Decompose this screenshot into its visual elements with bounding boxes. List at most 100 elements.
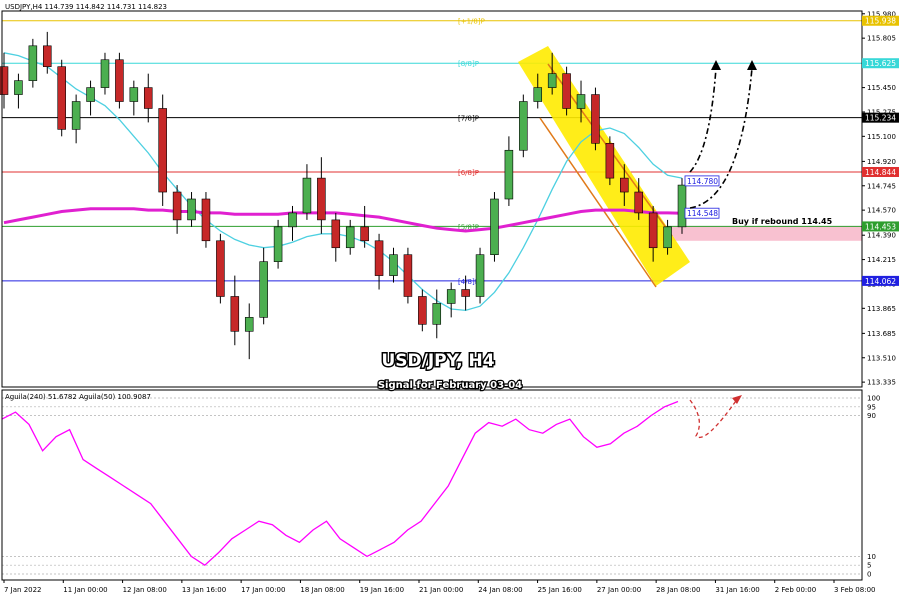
candle-body: [648, 212, 658, 249]
candle-body: [302, 177, 312, 214]
candle-body: [129, 87, 139, 102]
symbol-header: USDJPY,H4 114.739 114.842 114.731 114.82…: [5, 3, 167, 11]
candle-body: [100, 59, 110, 88]
level-price-label: 115.625: [865, 59, 896, 68]
price-tick-label: 113.510: [867, 354, 896, 362]
date-tick-label: 18 Jan 08:00: [300, 586, 344, 594]
date-tick-label: 28 Jan 08:00: [656, 586, 700, 594]
date-tick-label: 31 Jan 16:00: [715, 586, 759, 594]
candle-body: [143, 87, 153, 109]
candle-body: [201, 198, 211, 242]
price-tick-label: 114.215: [867, 256, 896, 264]
chart-root: [+1/8]P [8/8]P [7/8]P [6/8]P [5/8]P [4/8]P 114…: [0, 0, 900, 600]
candle-body: [0, 66, 9, 95]
candle-body: [374, 240, 384, 276]
candle-body: [446, 289, 456, 304]
candle-body: [418, 296, 427, 325]
candle-body: [620, 177, 629, 193]
candle-body: [432, 303, 442, 325]
marker-label: 114.548: [687, 209, 718, 218]
candle-body: [273, 226, 283, 262]
candle-body: [115, 59, 124, 102]
price-tick-label: 113.335: [867, 379, 896, 387]
chart-title: USD/JPY, H4: [381, 351, 494, 371]
candle-body: [475, 254, 485, 297]
candle-body: [216, 240, 225, 297]
candle-body: [360, 226, 369, 242]
buy-annotation: Buy if rebound 114.45: [732, 217, 833, 226]
level-price-label: 115.938: [865, 17, 896, 26]
candle-body: [244, 317, 254, 332]
candle-body: [71, 101, 81, 130]
price-tick-label: 114.390: [867, 232, 896, 240]
murrey-level-label: [8/8]P: [458, 60, 479, 68]
price-tick-label: 113.685: [867, 330, 896, 338]
candle-body: [519, 101, 528, 151]
osc-tick-label: 5: [867, 562, 871, 570]
candle-body: [605, 142, 615, 179]
level-price-label: 114.062: [865, 277, 896, 286]
osc-tick-label: 0: [867, 571, 871, 579]
date-tick-label: 24 Jan 08:00: [478, 586, 522, 594]
osc-tick-label: 100: [867, 395, 880, 403]
date-tick-label: 3 Feb 08:00: [834, 586, 875, 594]
price-tick-label: 115.100: [867, 133, 896, 141]
date-tick-label: 13 Jan 16:00: [182, 586, 226, 594]
candle-body: [345, 226, 355, 249]
price-chart: [+1/8]P[8/8]P[7/8]P[6/8]P[5/8]P[4/8]P114…: [0, 0, 900, 600]
candle-body: [504, 149, 514, 200]
candle-body: [331, 219, 341, 249]
candle-body: [57, 66, 66, 130]
candle-body: [28, 45, 38, 81]
candle-body: [259, 261, 268, 318]
candle-body: [634, 191, 643, 214]
candle-body: [317, 177, 326, 221]
murrey-level-label: [+1/8]P: [458, 18, 485, 26]
candle-body: [288, 212, 297, 228]
date-tick-label: 11 Jan 00:00: [63, 586, 107, 594]
date-tick-label: 21 Jan 00:00: [419, 586, 463, 594]
murrey-level-label: [6/8]P: [458, 169, 479, 177]
date-tick-label: 12 Jan 08:00: [123, 586, 167, 594]
candle-body: [562, 73, 571, 109]
price-tick-label: 114.920: [867, 158, 896, 166]
price-tick-label: 114.570: [867, 207, 896, 215]
candle-body: [677, 184, 687, 228]
candle-body: [591, 94, 600, 144]
date-tick-label: 27 Jan 00:00: [597, 586, 641, 594]
murrey-level-label: [7/8]P: [458, 115, 479, 123]
price-tick-label: 115.450: [867, 84, 896, 92]
price-tick-label: 114.745: [867, 182, 896, 190]
candle-body: [86, 87, 95, 102]
candle-body: [461, 289, 470, 297]
date-tick-label: 25 Jan 16:00: [538, 586, 582, 594]
osc-tick-label: 90: [867, 412, 876, 420]
level-price-label: 114.453: [865, 222, 896, 231]
candle-body: [230, 296, 240, 332]
price-tick-label: 113.865: [867, 305, 896, 313]
price-tick-label: 115.805: [867, 35, 896, 43]
level-price-label: 115.234: [865, 114, 896, 123]
candle-body: [158, 108, 167, 193]
date-tick-label: 17 Jan 00:00: [241, 586, 285, 594]
osc-tick-label: 95: [867, 403, 876, 411]
candle-body: [547, 73, 557, 88]
indicator-header: Aguila(240) 51.6782 Aguila(50) 100.9087: [5, 393, 151, 401]
candle-body: [172, 191, 182, 221]
buy-zone: [660, 226, 862, 241]
candle-body: [490, 198, 499, 256]
candle-body: [43, 45, 52, 68]
date-tick-label: 2 Feb 00:00: [775, 586, 816, 594]
level-price-label: 114.844: [865, 168, 896, 177]
chart-subtitle: Signal for February 03-04: [378, 380, 522, 391]
candle-body: [389, 254, 398, 276]
candle-body: [403, 254, 413, 297]
candle-body: [663, 226, 672, 249]
candle-body: [187, 198, 196, 221]
date-tick-label: 19 Jan 16:00: [360, 586, 404, 594]
candle-body: [576, 94, 586, 109]
candle-body: [533, 87, 543, 102]
candle-body: [14, 80, 23, 95]
date-tick-label: 7 Jan 2022: [4, 586, 42, 594]
osc-tick-label: 10: [867, 553, 876, 561]
